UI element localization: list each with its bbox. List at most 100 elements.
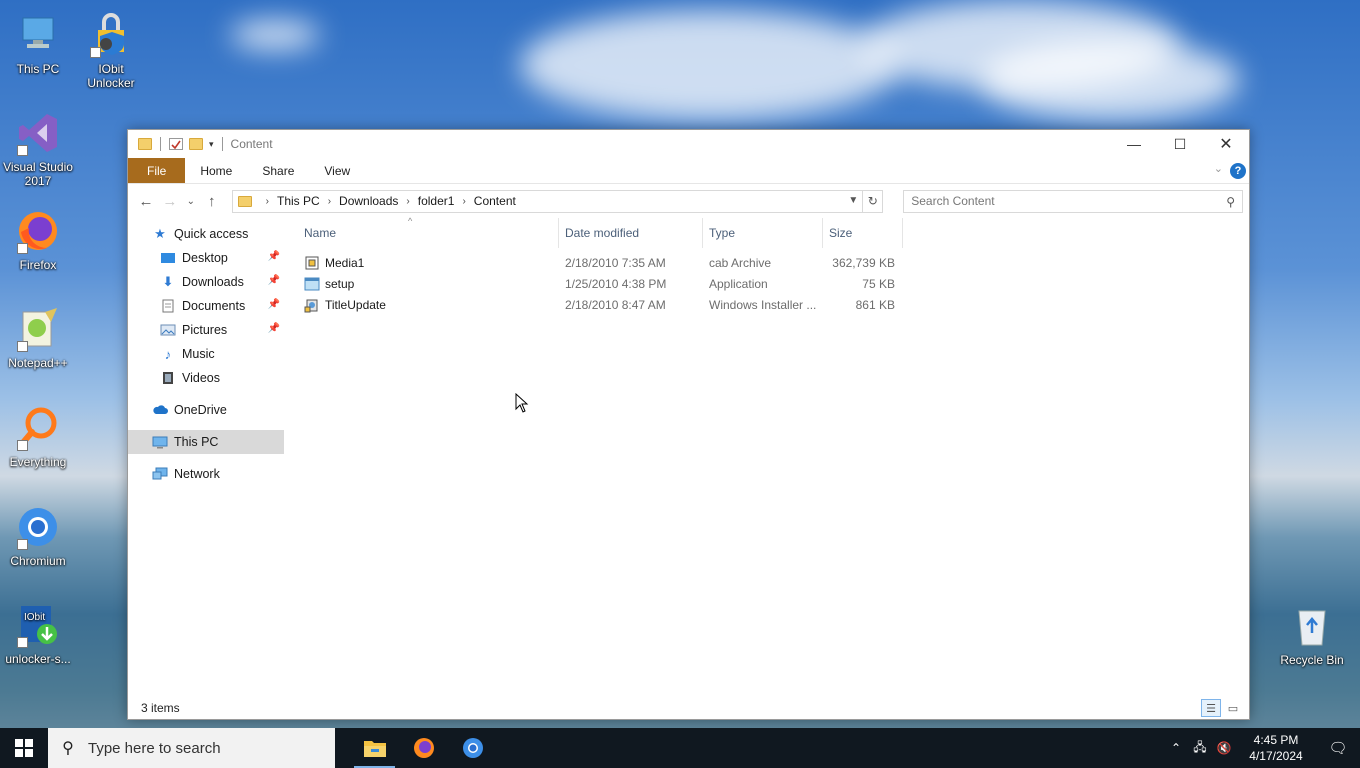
- film-icon: [160, 371, 176, 385]
- desktop-icon-notepad-plus-plus[interactable]: Notepad++: [0, 306, 76, 370]
- divider: [221, 137, 223, 151]
- folder-icon: [237, 195, 252, 207]
- file-date: 2/18/2010 8:47 AM: [565, 297, 666, 312]
- tab-share[interactable]: Share: [247, 158, 309, 183]
- svg-text:IObit: IObit: [24, 612, 45, 623]
- clock[interactable]: 4:45 PM 4/17/2024: [1236, 732, 1316, 764]
- minimize-button[interactable]: —: [1111, 130, 1157, 158]
- desktop-icon-visual-studio[interactable]: Visual Studio 2017: [0, 110, 76, 188]
- computer-icon: [152, 435, 168, 449]
- nav-onedrive[interactable]: OneDrive: [128, 398, 284, 422]
- file-row[interactable]: TitleUpdate 2/18/2010 8:47 AM Windows In…: [284, 294, 1249, 315]
- column-date-modified[interactable]: Date modified: [559, 218, 703, 248]
- nav-this-pc[interactable]: This PC: [128, 430, 284, 454]
- nav-videos[interactable]: Videos: [128, 366, 284, 390]
- nav-music[interactable]: ♪ Music: [128, 342, 284, 366]
- large-icons-view-icon[interactable]: ▭: [1223, 699, 1243, 717]
- clock-time: 4:45 PM: [1253, 733, 1299, 747]
- file-row[interactable]: setup 1/25/2010 4:38 PM Application 75 K…: [284, 273, 1249, 294]
- pin-icon: 📌: [267, 323, 280, 334]
- volume-muted-icon[interactable]: 🔇: [1212, 741, 1236, 755]
- status-bar: 3 items ☰ ▭: [128, 697, 1249, 719]
- refresh-icon[interactable]: ↻: [863, 189, 884, 213]
- file-row[interactable]: Media1 2/18/2010 7:35 AM cab Archive 362…: [284, 252, 1249, 273]
- navigation-bar: ← → ⌄ ↑ › This PC › Downloads › folder1 › Co…: [128, 184, 1249, 218]
- taskbar-search-input[interactable]: ⚲ Type here to search: [48, 728, 335, 768]
- file-size: 75 KB: [862, 276, 895, 291]
- desktop-icon-iobit-unlocker[interactable]: IObit Unlocker: [73, 12, 149, 90]
- nav-downloads[interactable]: ⬇ Downloads 📌: [128, 270, 284, 294]
- recent-locations-chevron-icon[interactable]: ⌄: [182, 189, 200, 213]
- pin-icon: 📌: [267, 299, 280, 310]
- chevron-right-icon[interactable]: ›: [328, 196, 331, 207]
- network-status-icon[interactable]: 🖧: [1188, 738, 1212, 759]
- cab-archive-icon: [304, 255, 320, 271]
- file-date: 1/25/2010 4:38 PM: [565, 276, 667, 291]
- desktop-icon-firefox[interactable]: Firefox: [0, 208, 76, 272]
- customize-quick-access-icon[interactable]: ▾: [209, 139, 214, 150]
- column-name[interactable]: Name: [284, 218, 559, 248]
- chromium-icon: [15, 504, 61, 550]
- maximize-button[interactable]: ☐: [1157, 130, 1203, 158]
- properties-icon[interactable]: [169, 138, 183, 150]
- nav-quick-access[interactable]: ★ Quick access: [128, 222, 284, 246]
- help-button[interactable]: ?: [1230, 163, 1246, 179]
- nav-documents[interactable]: Documents 📌: [128, 294, 284, 318]
- chevron-right-icon[interactable]: ›: [406, 196, 409, 207]
- details-view-icon[interactable]: ☰: [1201, 699, 1221, 717]
- column-type[interactable]: Type: [703, 218, 823, 248]
- document-icon: [160, 299, 176, 313]
- address-bar[interactable]: › This PC › Downloads › folder1 › Content ▼: [231, 189, 864, 213]
- new-folder-icon[interactable]: [189, 138, 203, 150]
- forward-arrow-icon[interactable]: →: [158, 189, 182, 213]
- system-tray: ⌃ 🖧 🔇 4:45 PM 4/17/2024 🗨: [1164, 728, 1360, 768]
- column-size[interactable]: Size: [823, 218, 903, 248]
- breadcrumb-downloads[interactable]: Downloads: [339, 194, 398, 208]
- search-box[interactable]: Search Content ⚲: [903, 189, 1243, 213]
- divider: [160, 137, 161, 151]
- desktop-icon-this-pc[interactable]: This PC: [0, 12, 76, 76]
- up-arrow-icon[interactable]: ↑: [200, 189, 224, 213]
- back-arrow-icon[interactable]: ←: [134, 189, 158, 213]
- taskbar-file-explorer[interactable]: [350, 728, 399, 768]
- pictures-icon: [160, 323, 176, 337]
- tab-file[interactable]: File: [128, 158, 186, 183]
- installer-icon: IObit: [15, 602, 61, 648]
- breadcrumb-folder1[interactable]: folder1: [418, 194, 455, 208]
- download-arrow-icon: ⬇: [162, 274, 174, 289]
- music-note-icon: ♪: [164, 346, 172, 362]
- file-type: Windows Installer ...: [709, 297, 817, 312]
- close-button[interactable]: ✕: [1203, 130, 1249, 158]
- ribbon-tabs: File Home Share View ⌄ ?: [128, 158, 1249, 184]
- chevron-up-icon[interactable]: ⌃: [1164, 741, 1188, 755]
- computer-icon: [15, 12, 61, 58]
- nav-desktop[interactable]: Desktop 📌: [128, 246, 284, 270]
- desktop-icon-everything[interactable]: Everything: [0, 405, 76, 469]
- taskbar-chromium[interactable]: [448, 728, 497, 768]
- chromium-icon: [462, 738, 483, 758]
- file-size: 861 KB: [855, 297, 895, 312]
- notepad-plus-plus-icon: [15, 306, 61, 352]
- chevron-down-icon[interactable]: ▼: [848, 195, 858, 206]
- cloud-icon: [152, 403, 168, 417]
- firefox-icon: [413, 738, 434, 758]
- nav-network[interactable]: Network: [128, 462, 284, 486]
- chevron-right-icon[interactable]: ›: [266, 196, 269, 207]
- file-size: 362,739 KB: [832, 255, 895, 270]
- start-button[interactable]: [0, 728, 48, 768]
- search-input[interactable]: Search Content: [911, 194, 994, 208]
- item-count: 3 items: [141, 701, 180, 715]
- notifications-icon[interactable]: 🗨: [1316, 739, 1360, 757]
- breadcrumb-content[interactable]: Content: [474, 194, 516, 208]
- chevron-right-icon[interactable]: ›: [462, 196, 465, 207]
- application-icon: [304, 276, 320, 292]
- nav-pictures[interactable]: Pictures 📌: [128, 318, 284, 342]
- desktop-icon-recycle-bin[interactable]: Recycle Bin: [1274, 603, 1350, 667]
- desktop-icon-unlocker-setup[interactable]: IObit unlocker-s...: [0, 602, 76, 666]
- desktop-icon-chromium[interactable]: Chromium: [0, 504, 76, 568]
- tab-home[interactable]: Home: [185, 158, 247, 183]
- expand-ribbon-icon[interactable]: ⌄: [1214, 162, 1223, 175]
- taskbar-firefox[interactable]: [399, 728, 448, 768]
- tab-view[interactable]: View: [309, 158, 365, 183]
- breadcrumb-this-pc[interactable]: This PC: [277, 194, 320, 208]
